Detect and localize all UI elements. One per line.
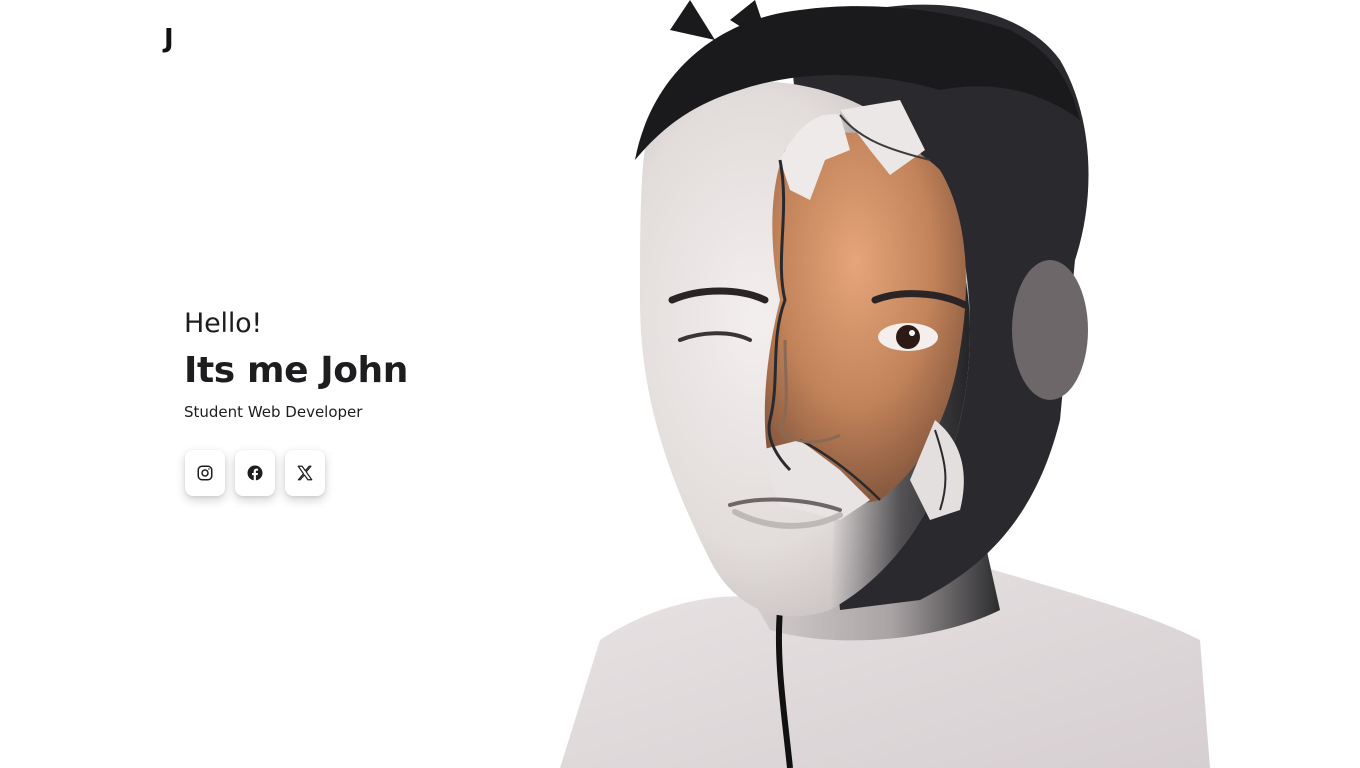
- x-button[interactable]: [285, 450, 325, 496]
- x-icon: [296, 464, 314, 482]
- portrait-illustration: [560, 0, 1210, 768]
- landing-page: J Hello! Its me John Student Web Develop…: [0, 0, 1360, 768]
- hero-role: Student Web Developer: [184, 403, 363, 421]
- facebook-icon: [246, 464, 264, 482]
- instagram-icon: [196, 464, 214, 482]
- site-logo[interactable]: J: [164, 22, 174, 56]
- social-links: [185, 450, 325, 496]
- hero-headline: Its me John: [184, 350, 409, 391]
- hero-section: Hello! Its me John Student Web Developer: [184, 304, 544, 424]
- portrait-image: [540, 0, 1240, 768]
- hero-greeting: Hello!: [184, 308, 263, 339]
- instagram-button[interactable]: [185, 450, 225, 496]
- facebook-button[interactable]: [235, 450, 275, 496]
